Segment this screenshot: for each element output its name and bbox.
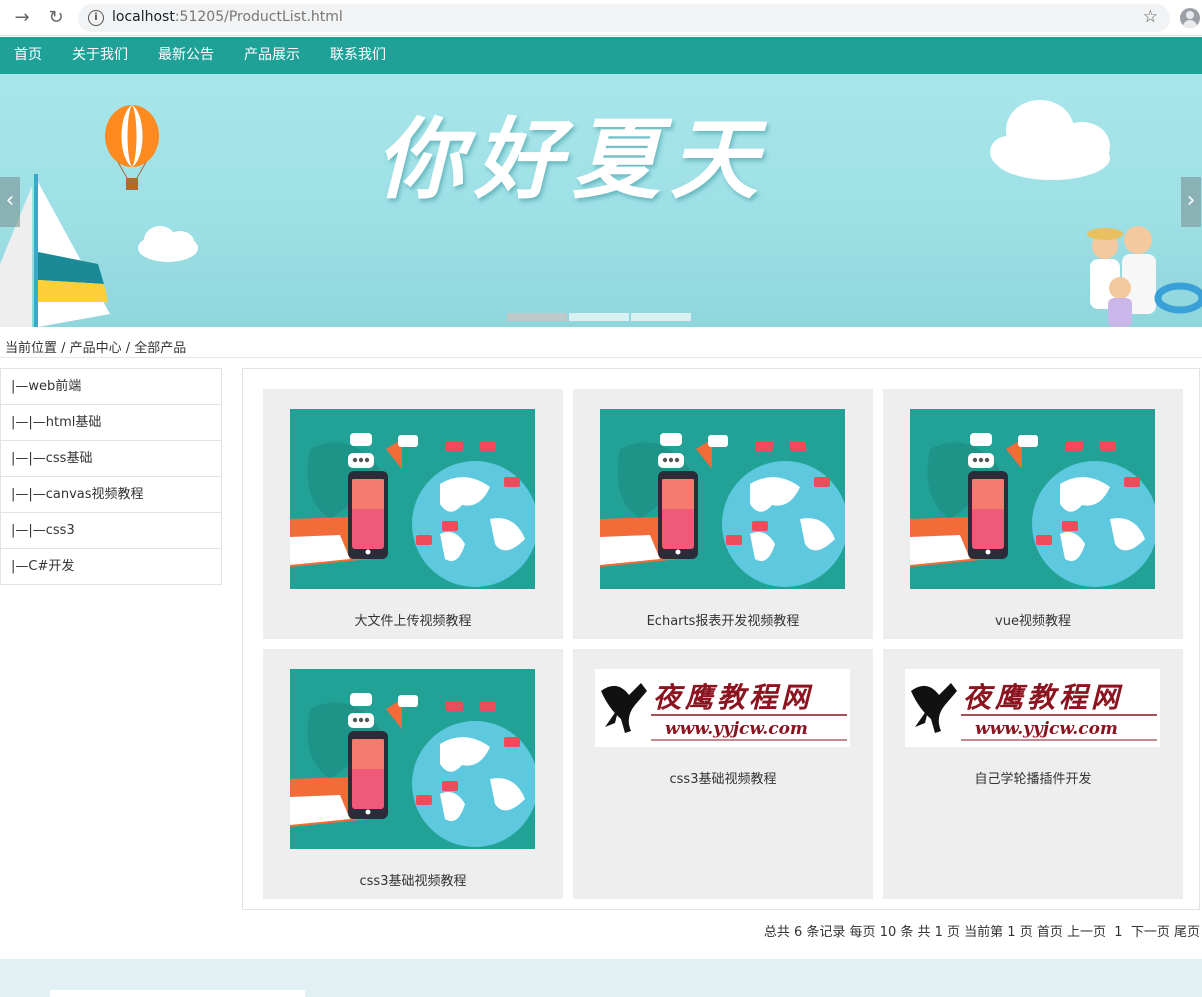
product-title[interactable]: vue视频教程: [883, 610, 1183, 629]
svg-text:www.yyjcw.com: www.yyjcw.com: [665, 719, 808, 739]
pager-page-number[interactable]: 1: [1114, 925, 1122, 940]
yyjcw-logo-image[interactable]: 夜鹰教程网 www.yyjcw.com: [905, 669, 1160, 747]
product-card[interactable]: 大文件上传视频教程: [263, 389, 563, 639]
nav-home[interactable]: 首页: [14, 37, 42, 74]
nav-contact[interactable]: 联系我们: [330, 37, 386, 74]
family-figures-graphic: [1087, 226, 1202, 327]
hot-air-balloon-graphic: [105, 105, 159, 190]
pager-summary: 总共 6 条记录 每页 10 条 共 1 页 当前第 1 页: [763, 925, 1033, 940]
product-thumbnail[interactable]: [290, 409, 535, 589]
pager-first[interactable]: 首页: [1037, 925, 1063, 940]
carousel-dot[interactable]: [507, 313, 567, 321]
pager-prev[interactable]: 上一页: [1067, 925, 1106, 940]
url-text: localhost:51205/ProductList.html: [112, 9, 343, 25]
forward-icon[interactable]: →: [12, 8, 32, 28]
banner-title: 你好夏天: [376, 107, 769, 211]
svg-text:www.yyjcw.com: www.yyjcw.com: [975, 719, 1118, 739]
product-title[interactable]: 大文件上传视频教程: [263, 610, 563, 629]
bookmark-star-icon[interactable]: ☆: [1143, 7, 1158, 27]
product-thumbnail[interactable]: [290, 669, 535, 849]
divider: [0, 357, 1202, 358]
pager-last[interactable]: 尾页: [1174, 925, 1200, 940]
product-card[interactable]: vue视频教程: [883, 389, 1183, 639]
browser-toolbar: → ↻ i localhost:51205/ProductList.html ☆: [0, 0, 1202, 36]
product-thumbnail[interactable]: [600, 409, 845, 589]
nav-news[interactable]: 最新公告: [158, 37, 214, 74]
sidebar-item-css3[interactable]: |—|—css3: [1, 513, 221, 549]
reload-icon[interactable]: ↻: [46, 8, 66, 28]
sidebar-item-html[interactable]: |—|—html基础: [1, 405, 221, 441]
carousel-dot[interactable]: [569, 313, 629, 321]
address-bar[interactable]: i localhost:51205/ProductList.html ☆: [78, 4, 1170, 32]
category-sidebar: |—web前端 |—|—html基础 |—|—css基础 |—|—canvas视…: [0, 368, 222, 585]
product-title[interactable]: Echarts报表开发视频教程: [573, 610, 873, 629]
pagination: 总共 6 条记录 每页 10 条 共 1 页 当前第 1 页 首页 上一页 1 …: [764, 921, 1200, 940]
svg-text:夜鹰教程网: 夜鹰教程网: [653, 681, 813, 714]
sidebar-item-css[interactable]: |—|—css基础: [1, 441, 221, 477]
sidebar-item-web[interactable]: |—web前端: [1, 369, 221, 405]
carousel-prev-button[interactable]: ‹: [0, 177, 20, 227]
sidebar-item-csharp[interactable]: |—C#开发: [1, 549, 221, 584]
product-title[interactable]: css3基础视频教程: [263, 870, 563, 889]
sidebar-item-canvas[interactable]: |—|—canvas视频教程: [1, 477, 221, 513]
product-title[interactable]: css3基础视频教程: [573, 768, 873, 787]
product-card[interactable]: 夜鹰教程网 www.yyjcw.com 自己学轮播插件开发: [883, 649, 1183, 899]
product-card[interactable]: 夜鹰教程网 www.yyjcw.com css3基础视频教程: [573, 649, 873, 899]
product-title[interactable]: 自己学轮播插件开发: [883, 768, 1183, 787]
main-nav: 首页 关于我们 最新公告 产品展示 联系我们: [0, 37, 1202, 74]
banner-carousel: ‹ › 你好夏天: [0, 74, 1202, 327]
pager-next[interactable]: 下一页: [1131, 925, 1170, 940]
carousel-indicators: [507, 313, 693, 321]
info-icon[interactable]: i: [88, 10, 104, 26]
nav-about[interactable]: 关于我们: [72, 37, 128, 74]
carousel-dot[interactable]: [631, 313, 691, 321]
footer: [0, 959, 1202, 997]
product-card[interactable]: Echarts报表开发视频教程: [573, 389, 873, 639]
product-thumbnail[interactable]: [910, 409, 1155, 589]
profile-avatar-icon[interactable]: [1180, 8, 1200, 28]
product-card[interactable]: css3基础视频教程: [263, 649, 563, 899]
product-grid: 大文件上传视频教程 Echarts报表开发视频教程 vue视频教程 css3基础…: [242, 368, 1200, 910]
nav-products[interactable]: 产品展示: [244, 37, 300, 74]
yyjcw-logo-image[interactable]: 夜鹰教程网 www.yyjcw.com: [595, 669, 850, 747]
carousel-next-button[interactable]: ›: [1181, 177, 1201, 227]
breadcrumb: 当前位置 / 产品中心 / 全部产品: [5, 341, 187, 356]
svg-text:夜鹰教程网: 夜鹰教程网: [963, 681, 1123, 714]
footer-bar: [50, 990, 305, 997]
